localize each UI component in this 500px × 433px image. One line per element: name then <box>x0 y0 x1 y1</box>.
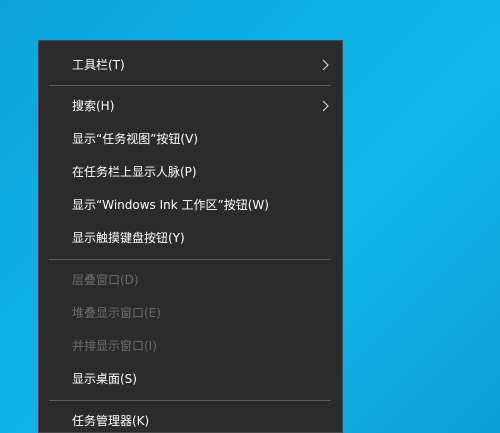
menu-item-label: 工具栏(T) <box>72 58 125 72</box>
chevron-right-icon <box>322 100 329 112</box>
menu-item-show-task-view-button[interactable]: 显示“任务视图”按钮(V) <box>39 123 342 156</box>
menu-separator <box>49 400 331 401</box>
menu-item-show-windows-ink-button[interactable]: 显示“Windows Ink 工作区”按钮(W) <box>39 189 342 222</box>
menu-item-side-by-side-windows: 并排显示窗口(I) <box>39 330 342 363</box>
menu-item-label: 在任务栏上显示人脉(P) <box>72 165 197 179</box>
menu-item-label: 搜索(H) <box>72 99 115 113</box>
menu-separator <box>49 85 331 86</box>
menu-item-show-desktop[interactable]: 显示桌面(S) <box>39 363 342 396</box>
taskbar-context-menu: 工具栏(T) 搜索(H) 显示“任务视图”按钮(V) 在任务栏上显示人脉(P) … <box>38 40 343 433</box>
menu-item-label: 显示“任务视图”按钮(V) <box>72 132 199 146</box>
menu-item-search[interactable]: 搜索(H) <box>39 90 342 123</box>
menu-item-task-manager[interactable]: 任务管理器(K) <box>39 405 342 432</box>
menu-item-toolbars[interactable]: 工具栏(T) <box>39 49 342 82</box>
menu-item-show-touch-keyboard-button[interactable]: 显示触摸键盘按钮(Y) <box>39 222 342 255</box>
menu-separator <box>49 259 331 260</box>
chevron-right-icon <box>322 59 329 71</box>
menu-item-stack-windows: 堆叠显示窗口(E) <box>39 297 342 330</box>
menu-item-label: 层叠窗口(D) <box>72 273 139 287</box>
menu-item-label: 堆叠显示窗口(E) <box>72 306 161 320</box>
menu-item-label: 显示“Windows Ink 工作区”按钮(W) <box>72 198 269 212</box>
menu-item-label: 显示触摸键盘按钮(Y) <box>72 231 185 245</box>
menu-item-label: 任务管理器(K) <box>72 414 150 428</box>
menu-item-label: 并排显示窗口(I) <box>72 339 157 353</box>
menu-item-show-people[interactable]: 在任务栏上显示人脉(P) <box>39 156 342 189</box>
menu-item-cascade-windows: 层叠窗口(D) <box>39 264 342 297</box>
menu-item-label: 显示桌面(S) <box>72 372 137 386</box>
